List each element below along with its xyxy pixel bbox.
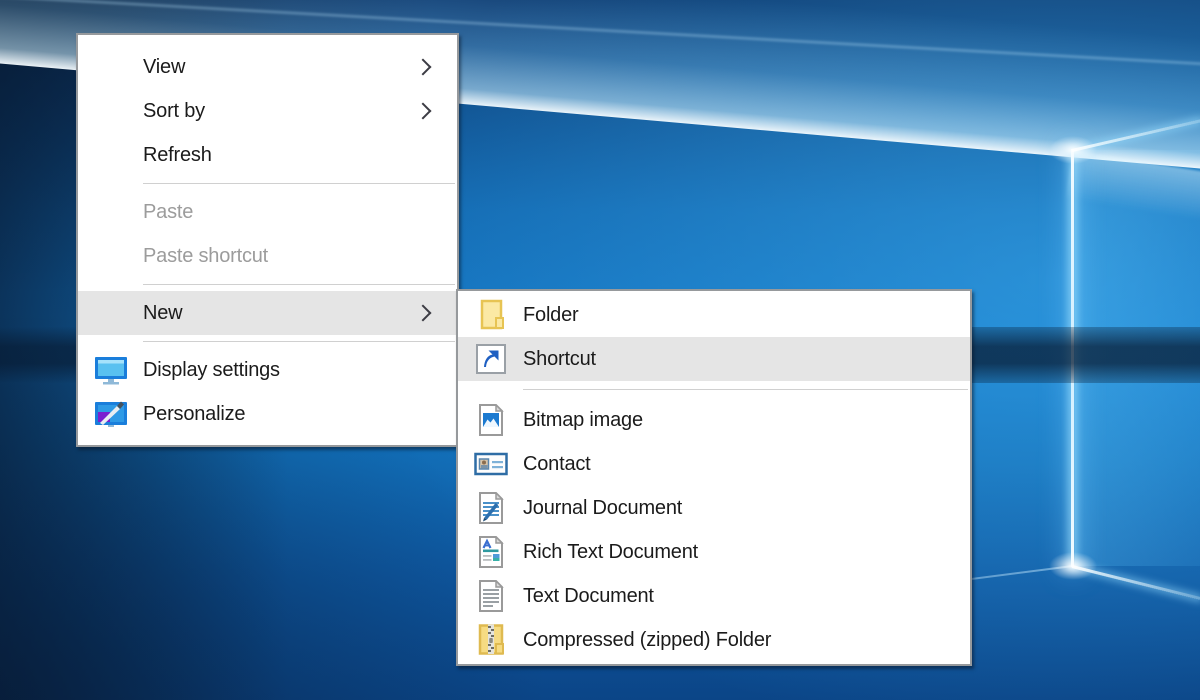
wallpaper-logo-bottom-glow (1049, 552, 1097, 580)
menu-item-label: View (78, 56, 185, 79)
submenu-item-journal-document[interactable]: Journal Document (458, 486, 970, 530)
chevron-right-icon (415, 305, 432, 322)
submenu-item-compressed-folder[interactable]: Compressed (zipped) Folder (458, 618, 970, 662)
chevron-right-icon (415, 59, 432, 76)
menu-item-label: Refresh (78, 144, 212, 167)
bitmap-image-icon (478, 404, 504, 436)
menu-item-view[interactable]: View (78, 45, 457, 89)
menu-item-paste-shortcut[interactable]: Paste shortcut (78, 234, 457, 278)
personalize-icon (94, 399, 128, 429)
menu-item-label: Sort by (78, 100, 205, 123)
submenu-item-folder[interactable]: Folder (458, 293, 970, 337)
submenu-item-shortcut[interactable]: Shortcut (458, 337, 970, 381)
menu-item-paste[interactable]: Paste (78, 190, 457, 234)
menu-item-refresh[interactable]: Refresh (78, 133, 457, 177)
new-submenu: Folder Shortcut Bitmap image (456, 289, 972, 666)
text-document-icon (478, 580, 504, 612)
submenu-item-text-document[interactable]: Text Document (458, 574, 970, 618)
desktop-context-menu: View Sort by Refresh Paste Paste shortcu… (76, 33, 459, 447)
menu-item-personalize[interactable]: Personalize (78, 392, 457, 436)
submenu-item-rich-text-document[interactable]: Rich Text Document (458, 530, 970, 574)
submenu-item-contact[interactable]: Contact (458, 442, 970, 486)
display-settings-icon (94, 355, 128, 385)
menu-item-label: Paste shortcut (78, 245, 268, 268)
chevron-right-icon (415, 103, 432, 120)
menu-separator (143, 284, 455, 285)
menu-item-sort-by[interactable]: Sort by (78, 89, 457, 133)
compressed-folder-icon (476, 623, 506, 657)
journal-document-icon (478, 492, 504, 524)
menu-separator (143, 341, 455, 342)
submenu-item-bitmap-image[interactable]: Bitmap image (458, 398, 970, 442)
menu-separator (143, 183, 455, 184)
contact-icon (474, 451, 508, 477)
menu-separator (523, 389, 968, 390)
menu-item-label: Paste (78, 201, 193, 224)
menu-item-new[interactable]: New (78, 291, 457, 335)
menu-item-label: New (78, 302, 182, 325)
shortcut-icon (476, 344, 506, 374)
rich-text-document-icon (478, 536, 504, 568)
menu-item-display-settings[interactable]: Display settings (78, 348, 457, 392)
folder-icon (475, 298, 507, 332)
desktop: View Sort by Refresh Paste Paste shortcu… (0, 0, 1200, 700)
wallpaper-logo-top-glow (1049, 136, 1097, 164)
